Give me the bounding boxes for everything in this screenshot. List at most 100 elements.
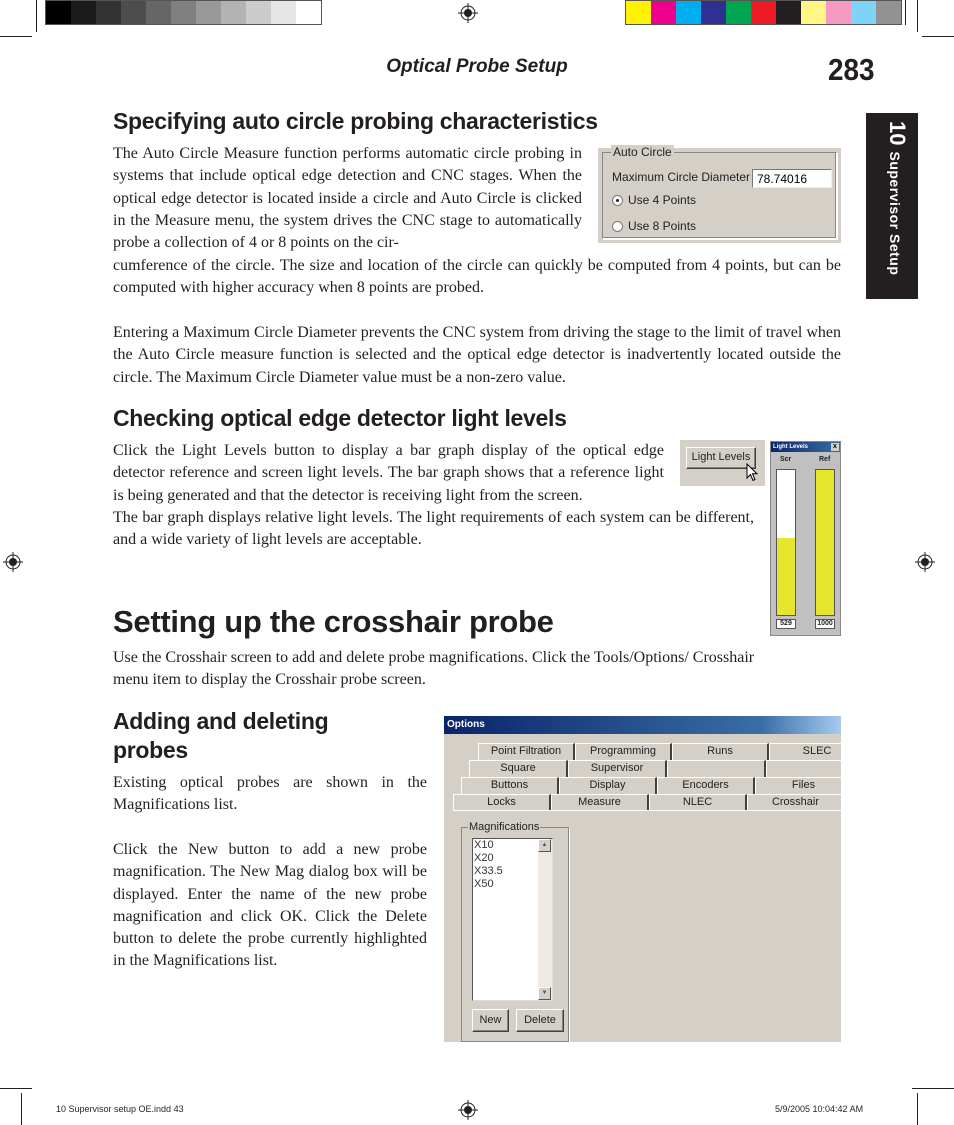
section-heading-light-levels: Checking optical edge detector light lev… <box>113 405 567 431</box>
tab-square[interactable]: Square <box>469 760 568 777</box>
bar-track-ref <box>815 469 835 616</box>
close-icon[interactable]: x <box>831 443 839 451</box>
gray-swatch <box>46 1 71 24</box>
scroll-up-icon[interactable]: ▲ <box>538 839 551 852</box>
color-swatch <box>676 1 701 24</box>
magnifications-label: Magnifications <box>468 821 541 833</box>
bar-value-ref: 1000 <box>815 619 835 629</box>
tab-measure[interactable]: Measure <box>551 794 649 811</box>
tab-row: Point Filtration Programming Runs SLEC <box>478 743 841 760</box>
color-swatch <box>726 1 751 24</box>
crop-mark <box>917 0 918 32</box>
tab-buttons[interactable]: Buttons <box>461 777 559 794</box>
tab-nlec[interactable]: NLEC <box>649 794 747 811</box>
gray-swatch <box>96 1 121 24</box>
section-heading-auto-circle: Specifying auto circle probing character… <box>113 108 598 134</box>
tab-display[interactable]: Display <box>559 777 657 794</box>
auto-circle-panel: Auto Circle Maximum Circle Diameter Use … <box>598 145 841 243</box>
registration-mark-icon <box>458 3 478 23</box>
tab-supervisor[interactable]: Supervisor <box>568 760 667 777</box>
auto-circle-paragraph-2: Entering a Maximum Circle Diameter preve… <box>113 324 841 386</box>
tab-row: Buttons Display Encoders Files <box>461 777 841 794</box>
list-scrollbar[interactable]: ▲ ▼ <box>538 839 552 1000</box>
auto-circle-paragraph-1: The Auto Circle Measure function perform… <box>113 145 582 252</box>
radio-button-unchecked[interactable] <box>612 220 623 232</box>
max-diameter-label: Maximum Circle Diameter <box>612 170 751 184</box>
page-number: 283 <box>828 52 875 87</box>
tab-crosshair[interactable]: Crosshair <box>747 794 841 811</box>
options-dialog: Options Point Filtration Programming Runs S… <box>444 716 841 1042</box>
add-delete-paragraph-2: Click the New button to add a new probe … <box>113 841 427 970</box>
chapter-number: 10 <box>885 121 910 146</box>
tab-row: Locks Measure NLEC Crosshair <box>453 794 841 811</box>
color-swatch <box>626 1 651 24</box>
max-diameter-input[interactable] <box>752 169 832 188</box>
gray-swatch <box>221 1 246 24</box>
color-swatch <box>876 1 901 24</box>
auto-circle-group-label: Auto Circle <box>611 145 674 159</box>
tab-empty[interactable] <box>667 760 766 777</box>
scroll-down-icon[interactable]: ▼ <box>538 987 551 1000</box>
use-4-points-radio[interactable]: Use 4 Points <box>612 193 696 207</box>
bar-label-ref: Ref <box>819 456 831 463</box>
light-levels-paragraph-2: The bar graph displays relative light le… <box>113 509 754 549</box>
color-swatch <box>651 1 676 24</box>
color-swatch <box>826 1 851 24</box>
crop-mark <box>21 1093 22 1125</box>
use-8-points-radio[interactable]: Use 8 Points <box>612 219 696 233</box>
gray-swatch <box>121 1 146 24</box>
mouse-cursor-icon <box>746 463 759 482</box>
gray-swatch <box>296 1 321 24</box>
use-4-points-label: Use 4 Points <box>628 193 697 207</box>
gray-swatch <box>196 1 221 24</box>
light-levels-window: Light Levels x Scr Ref 529 1000 <box>770 441 841 636</box>
registration-mark-icon <box>3 552 23 572</box>
tab-empty[interactable] <box>766 760 841 777</box>
color-swatch <box>776 1 801 24</box>
registration-mark-icon <box>915 552 935 572</box>
crop-mark <box>917 1093 918 1125</box>
delete-button[interactable]: Delete <box>516 1009 564 1032</box>
light-levels-title: Light Levels <box>773 444 809 450</box>
color-swatch <box>851 1 876 24</box>
new-button[interactable]: New <box>472 1009 509 1032</box>
light-levels-button-screenshot: Light Levels <box>680 440 765 486</box>
color-swatch <box>801 1 826 24</box>
registration-mark-icon <box>458 1100 478 1120</box>
grayscale-color-bar <box>45 0 322 25</box>
chapter-tab: 10 Supervisor Setup <box>866 113 918 299</box>
light-levels-paragraph-1: Click the Light Levels button to display… <box>113 442 664 504</box>
crop-mark <box>905 0 906 25</box>
tab-panel-border <box>453 810 841 811</box>
use-8-points-label: Use 8 Points <box>628 219 697 233</box>
tab-locks[interactable]: Locks <box>453 794 551 811</box>
process-color-bar <box>625 0 902 25</box>
gray-swatch <box>71 1 96 24</box>
radio-button-checked[interactable] <box>612 194 623 206</box>
magnifications-group: Magnifications X10 X20 X33.5 X50 ▲ ▼ New De… <box>461 821 569 1042</box>
color-swatch <box>701 1 726 24</box>
crop-mark <box>912 1088 954 1089</box>
tab-runs[interactable]: Runs <box>672 743 769 760</box>
bar-fill-scr <box>777 538 795 615</box>
bar-track-scr <box>776 469 796 616</box>
tab-programming[interactable]: Programming <box>575 743 672 760</box>
crop-mark <box>0 1088 32 1089</box>
footer-timestamp: 5/9/2005 10:04:42 AM <box>775 1104 864 1114</box>
tab-files[interactable]: Files <box>755 777 841 794</box>
bar-fill-ref <box>816 470 834 615</box>
auto-circle-paragraph-1-cont: cumference of the circle. The size and l… <box>113 257 841 297</box>
tab-slec[interactable]: SLEC <box>769 743 841 760</box>
crosshair-paragraph: Use the Crosshair screen to add and dele… <box>113 649 755 689</box>
magnifications-list[interactable]: X10 X20 X33.5 X50 ▲ ▼ <box>472 838 553 1001</box>
gray-swatch <box>246 1 271 24</box>
section-heading-add-delete-line-1: Adding and deleting <box>113 708 329 734</box>
tab-point-filtration[interactable]: Point Filtration <box>478 743 575 760</box>
gray-swatch <box>146 1 171 24</box>
running-head: Optical Probe Setup <box>386 56 568 77</box>
tab-encoders[interactable]: Encoders <box>657 777 755 794</box>
gray-swatch <box>171 1 196 24</box>
crop-mark <box>922 36 954 37</box>
light-levels-title-bar: Light Levels x <box>771 442 840 452</box>
section-heading-add-delete-line-2: probes <box>113 737 188 763</box>
